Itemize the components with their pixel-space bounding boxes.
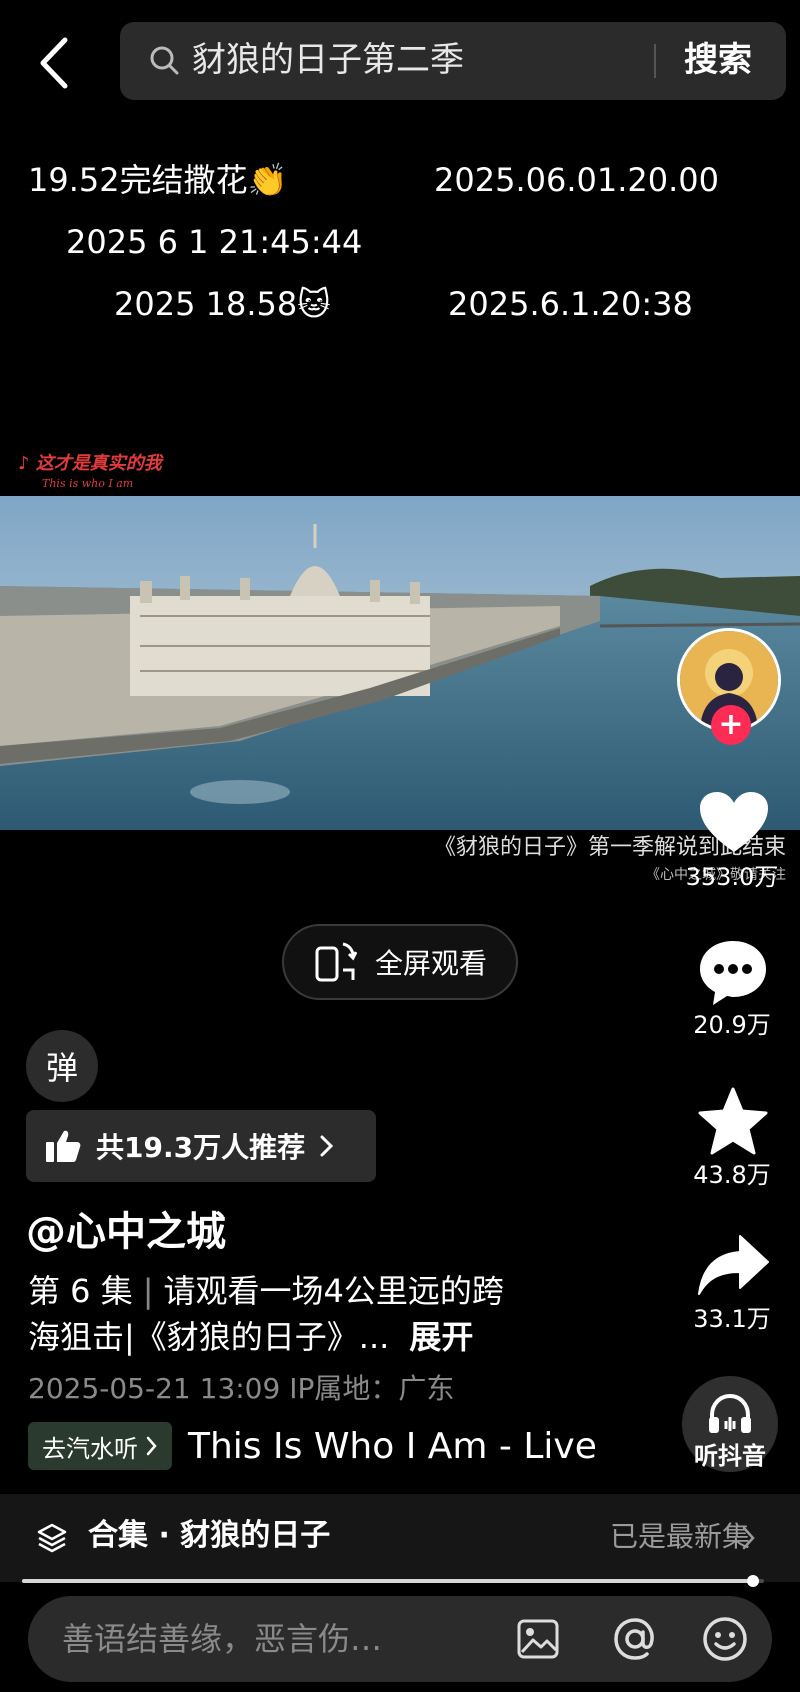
description-text: 海狙击|《豺狼的日子》... [28,1318,390,1356]
comment-icon[interactable] [697,938,769,1008]
description-text: 请观看一场4公里远的跨 [163,1272,504,1310]
search-icon [150,46,179,75]
comment-input[interactable]: 善语结善缘，恶言伤… [28,1596,772,1682]
recommend-label: 共19.3万人推荐 [96,1131,306,1164]
overlay-comment: 2025 18.58🐱 [114,285,331,323]
search-submit-button[interactable]: 搜索 [684,38,752,82]
open-in-music-app-chip[interactable]: 去汽水听 [28,1422,172,1470]
rotate-screen-icon [315,942,357,982]
episode-number[interactable]: 第 6 集 [28,1272,133,1310]
plus-icon: + [718,707,744,742]
video-subtitle: 《豺狼的日子》第一季解说到此结束 [433,835,786,860]
favorite-star-icon[interactable] [696,1086,770,1156]
share-arrow-icon[interactable] [696,1234,770,1296]
image-icon[interactable] [516,1618,560,1660]
danmaku-toggle-button[interactable]: 弹 [26,1030,98,1102]
post-meta: 2025-05-21 13:09 IP属地：广东 [28,1372,455,1405]
collection-title: 合集 · 豺狼的日子 [88,1518,331,1553]
overlay-comment: 2025 6 1 21:45:44 [66,223,363,261]
music-title[interactable]: This Is Who I Am - Live [188,1424,597,1470]
post-description-continued: 海狙击|《豺狼的日子》... 展开 [28,1316,473,1358]
back-button[interactable] [30,28,78,98]
recommend-chip[interactable]: 共19.3万人推荐 [26,1110,376,1182]
like-icon[interactable] [698,790,770,856]
overlay-comment: 2025.6.1.20:38 [448,285,693,323]
overlay-comment: 2025.06.01.20.00 [434,161,719,199]
music-caption: ♪ 这才是真实的我 [18,453,162,474]
layers-icon [37,1523,67,1553]
episode-separator: | [142,1272,154,1310]
back-arrow-icon [40,37,68,89]
chevron-right-icon [146,1436,157,1456]
search-divider [654,44,656,78]
emoji-icon[interactable] [702,1616,748,1662]
like-count: 353.0万 [685,863,779,891]
follow-button[interactable]: + [711,705,751,745]
chevron-right-icon [320,1135,334,1157]
favorite-count: 43.8万 [693,1161,771,1189]
post-description: 第 6 集 | 请观看一场4公里远的跨 [28,1270,504,1312]
chevron-right-icon [742,1526,755,1550]
mention-at-icon[interactable] [612,1616,658,1662]
search-bar[interactable]: 豺狼的日子第二季 搜索 [120,22,786,100]
fullscreen-label: 全屏观看 [374,947,487,980]
headphones-icon [709,1393,751,1433]
search-query-text[interactable]: 豺狼的日子第二季 [192,38,464,82]
comment-placeholder: 善语结善缘，恶言伤… [62,1620,383,1658]
collection-status: 已是最新集 [609,1520,750,1553]
progress-handle[interactable] [746,1575,759,1587]
music-chip-label: 去汽水听 [42,1434,138,1463]
progress-fill [22,1579,753,1583]
comment-count: 20.9万 [693,1011,771,1039]
video-progress-bar[interactable] [22,1575,764,1587]
collection-bar[interactable]: 合集 · 豺狼的日子 已是最新集 [0,1494,800,1582]
expand-link[interactable]: 展开 [409,1318,473,1356]
author-name-link[interactable]: @心中之城 [26,1208,226,1256]
listen-label: 听抖音 [694,1442,766,1470]
overlay-comment: 19.52完结撒花👏 [28,161,288,199]
fullscreen-button[interactable]: 全屏观看 [282,924,518,1000]
thumbs-up-icon [46,1130,81,1162]
danmaku-label: 弹 [45,1049,78,1087]
music-caption-en: This is who I am [42,477,134,490]
share-count: 33.1万 [693,1305,771,1333]
